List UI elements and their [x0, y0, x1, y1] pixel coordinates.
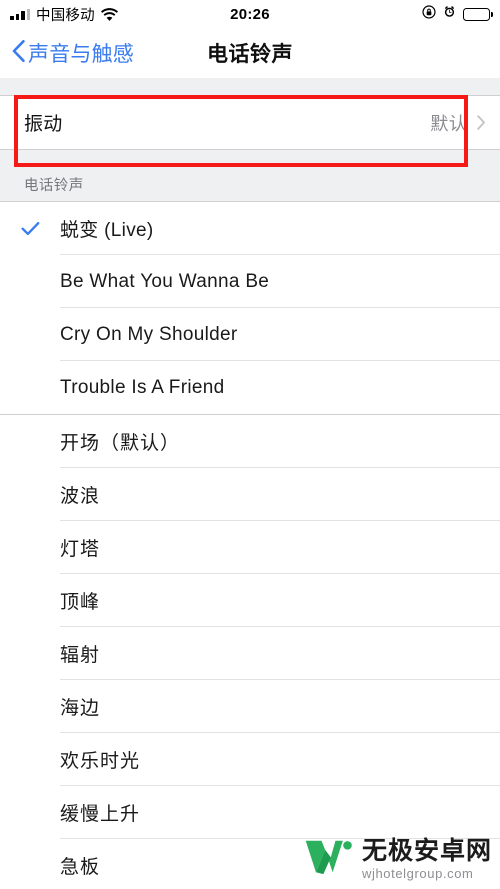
- ringtone-row[interactable]: 顶峰: [0, 574, 500, 627]
- ringtone-row[interactable]: 蜕变 (Live): [0, 202, 500, 255]
- top-spacer: [0, 78, 500, 95]
- vibration-row[interactable]: 振动 默认: [0, 96, 500, 149]
- ringtone-name: 欢乐时光: [60, 751, 141, 772]
- custom-ringtones-group: 蜕变 (Live) Be What You Wanna Be Cry On My…: [0, 201, 500, 415]
- ringtone-row[interactable]: 波浪: [0, 468, 500, 521]
- ringtone-row[interactable]: Cry On My Shoulder: [0, 308, 500, 361]
- ringtone-name: 缓慢上升: [60, 804, 141, 825]
- ringtone-row[interactable]: 海边: [0, 680, 500, 733]
- checkmark-icon: [0, 221, 60, 236]
- ringtone-name: 开场（默认）: [60, 433, 181, 454]
- ringtone-name: 辐射: [60, 645, 101, 666]
- ringtone-name: 灯塔: [60, 539, 101, 560]
- ringtone-name: 波浪: [60, 486, 101, 507]
- system-ringtones-group: 开场（默认） 波浪 灯塔 顶峰 辐射 海边 欢乐时光 缓慢上升 急板: [0, 415, 500, 889]
- ringtone-name: 海边: [60, 698, 101, 719]
- settings-list[interactable]: 振动 默认 电话铃声 蜕变 (Live) Be What You Wanna B…: [0, 78, 500, 889]
- battery-icon: [463, 7, 493, 21]
- rotation-lock-icon: [422, 4, 436, 24]
- status-bar-right: [422, 4, 493, 24]
- status-bar: 中国移动 20:26: [0, 0, 500, 28]
- chevron-right-icon: [477, 115, 486, 130]
- watermark-text: 无极安卓网 wjhotelgroup.com: [361, 836, 492, 881]
- ringtone-name: 急板: [60, 857, 101, 878]
- ringtone-row[interactable]: 开场（默认）: [0, 415, 500, 468]
- ringtone-name: Be What You Wanna Be: [60, 270, 270, 292]
- vibration-value: 默认: [430, 113, 467, 134]
- ringtone-name: Cry On My Shoulder: [60, 323, 238, 345]
- ringtone-name: Trouble Is A Friend: [60, 376, 225, 398]
- ringtone-row[interactable]: 辐射: [0, 627, 500, 680]
- navigation-bar: 声音与触感 电话铃声: [0, 28, 500, 78]
- ringtone-name: 顶峰: [60, 592, 101, 613]
- page-title: 电话铃声: [207, 43, 293, 66]
- ringtone-row[interactable]: Be What You Wanna Be: [0, 255, 500, 308]
- vibration-label: 振动: [24, 114, 63, 135]
- ringtone-row[interactable]: 缓慢上升: [0, 786, 500, 839]
- ringtone-name: 蜕变 (Live): [60, 220, 154, 241]
- group-gap: [0, 150, 500, 167]
- w-logo-icon: [302, 835, 354, 883]
- phone-screen: 中国移动 20:26 声音与触感 电话铃声 振动 默认 电话铃声 蜕变 (Liv…: [0, 0, 500, 889]
- alarm-clock-icon: [443, 5, 456, 23]
- section-header-ringtones: 电话铃声: [0, 167, 500, 201]
- ringtone-row[interactable]: 欢乐时光: [0, 733, 500, 786]
- watermark: 无极安卓网 wjhotelgroup.com: [302, 835, 492, 883]
- watermark-brand: 无极安卓网: [361, 836, 492, 865]
- ringtone-row[interactable]: Trouble Is A Friend: [0, 361, 500, 414]
- vibration-group: 振动 默认: [0, 95, 500, 150]
- watermark-url: wjhotelgroup.com: [361, 865, 474, 881]
- ringtone-row[interactable]: 灯塔: [0, 521, 500, 574]
